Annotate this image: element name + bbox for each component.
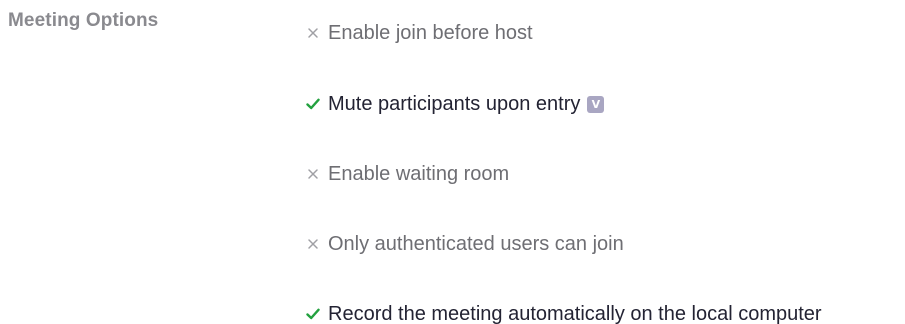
option-mute-participants: Mute participants upon entry V xyxy=(306,89,605,119)
cross-icon xyxy=(306,167,320,181)
cross-icon xyxy=(306,26,320,40)
option-record-automatically: Record the meeting automatically on the … xyxy=(306,299,822,324)
check-icon xyxy=(306,307,320,321)
option-join-before-host: Enable join before host xyxy=(306,18,533,48)
option-authenticated-users: Only authenticated users can join xyxy=(306,229,624,259)
option-waiting-room: Enable waiting room xyxy=(306,159,509,189)
cross-icon xyxy=(306,237,320,251)
lock-badge-icon: V xyxy=(587,95,605,113)
meeting-options-section: Meeting Options Enable join before host … xyxy=(0,0,905,324)
option-label: Record the meeting automatically on the … xyxy=(328,303,822,324)
section-label: Meeting Options xyxy=(8,10,159,31)
option-label: Only authenticated users can join xyxy=(328,233,624,255)
option-label: Mute participants upon entry xyxy=(328,93,581,115)
option-label: Enable join before host xyxy=(328,22,533,44)
check-icon xyxy=(306,97,320,111)
option-label: Enable waiting room xyxy=(328,163,510,185)
